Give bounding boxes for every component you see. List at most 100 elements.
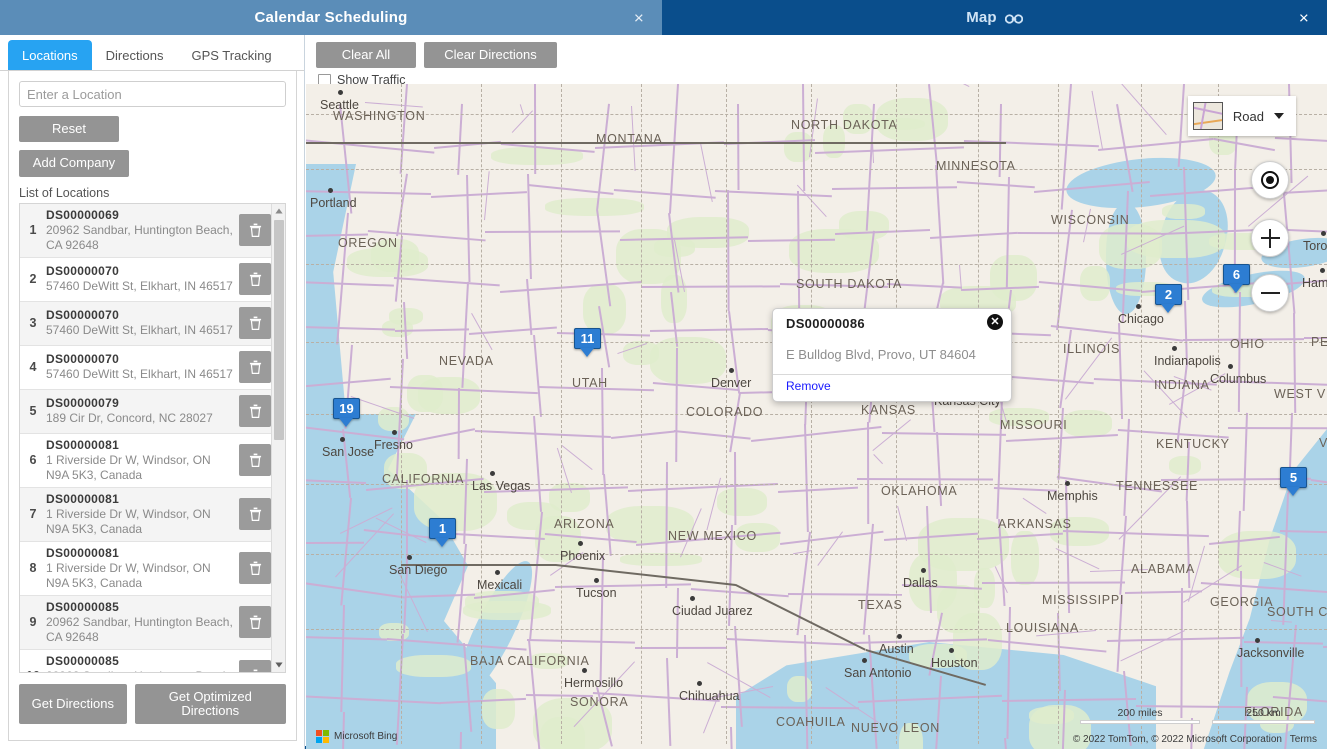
- scroll-down-arrow-icon[interactable]: [272, 657, 285, 672]
- delete-location-button[interactable]: [239, 214, 271, 247]
- scale-km: 250 km: [1212, 707, 1315, 724]
- map-terrain-patch: [532, 698, 612, 749]
- map-pin-tail: [580, 348, 594, 357]
- map-city-dot: [392, 430, 397, 435]
- map-state-boundary: [306, 414, 1327, 415]
- scale-miles: 200 miles: [1080, 707, 1200, 724]
- location-text: DS0000008520962 Sandbar, Huntington Beac…: [46, 654, 239, 672]
- locations-list-scrollbar[interactable]: [271, 203, 285, 672]
- get-directions-button[interactable]: Get Directions: [19, 683, 127, 725]
- table-row[interactable]: 1 DS00000069 20962 Sandbar, Huntington Bea…: [20, 203, 273, 258]
- close-map-button[interactable]: ×: [1295, 7, 1313, 28]
- table-row[interactable]: 8 DS00000081 1 Riverside Dr W, Windsor, ON…: [20, 541, 273, 596]
- map-pin[interactable]: 2: [1155, 284, 1182, 313]
- table-row[interactable]: 9 DS00000085 20962 Sandbar, Huntington Bea…: [20, 595, 273, 650]
- map-scale-bar: 200 miles 250 km: [1080, 707, 1315, 724]
- link-icon[interactable]: [1004, 12, 1023, 24]
- map-city-dot: [340, 437, 345, 442]
- zoom-in-button[interactable]: [1251, 219, 1289, 257]
- map-city-dot: [690, 596, 695, 601]
- clear-all-button[interactable]: Clear All: [316, 42, 416, 69]
- location-index: 3: [29, 316, 37, 331]
- close-calendar-scheduling-button[interactable]: ×: [630, 7, 648, 28]
- scrollbar-thumb[interactable]: [274, 219, 284, 440]
- map-state-boundary: [1058, 84, 1059, 744]
- map-terrain-patch: [717, 487, 768, 516]
- table-row[interactable]: 6 DS00000081 1 Riverside Dr W, Windsor, ON…: [20, 433, 273, 488]
- map-city-dot: [407, 555, 412, 560]
- plus-icon: [1260, 228, 1280, 248]
- map-terrain-patch: [506, 502, 562, 530]
- map-pin-label: 2: [1155, 284, 1182, 305]
- location-address: 20962 Sandbar, Huntington Beach, CA 9264…: [46, 669, 235, 672]
- reset-button[interactable]: Reset: [19, 116, 119, 143]
- map-pin[interactable]: 6: [1223, 264, 1250, 293]
- scroll-up-arrow-icon[interactable]: [272, 203, 285, 218]
- map-city-dot: [578, 541, 583, 546]
- map-pin[interactable]: 1: [429, 518, 456, 547]
- map-canvas[interactable]: WASHINGTON OREGON MONTANA NORTH DAKOTA SOUTH…: [306, 84, 1327, 749]
- map-pin[interactable]: 5: [1280, 467, 1307, 496]
- delete-location-button[interactable]: [239, 444, 271, 477]
- delete-location-button[interactable]: [239, 498, 271, 531]
- map-state-boundary: [726, 84, 727, 744]
- map-city-dot: [697, 681, 702, 686]
- map-city-dot: [862, 658, 867, 663]
- map-type-selector[interactable]: Road: [1187, 96, 1296, 136]
- map-terrain-patch: [786, 675, 812, 703]
- delete-location-button[interactable]: [239, 307, 271, 340]
- map-tiles: WASHINGTON OREGON MONTANA NORTH DAKOTA SOUTH…: [306, 84, 1327, 749]
- delete-location-button[interactable]: [239, 660, 271, 672]
- add-company-button[interactable]: Add Company: [19, 150, 129, 177]
- delete-location-button[interactable]: [239, 351, 271, 384]
- location-address: 57460 DeWitt St, Elkhart, IN 46517: [46, 279, 233, 294]
- delete-location-button[interactable]: [239, 552, 271, 585]
- map-terrain-patch: [407, 375, 444, 413]
- location-address: 57460 DeWitt St, Elkhart, IN 46517: [46, 367, 233, 382]
- get-optimized-directions-button[interactable]: Get Optimized Directions: [134, 683, 286, 725]
- delete-location-button[interactable]: [239, 606, 271, 639]
- location-index: 2: [29, 272, 37, 287]
- map-state-boundary: [896, 84, 897, 744]
- table-row[interactable]: 7 DS00000081 1 Riverside Dr W, Windsor, ON…: [20, 487, 273, 542]
- map-pin[interactable]: 11: [574, 328, 601, 357]
- map-pin-tail: [1229, 284, 1243, 293]
- map-city-dot: [582, 668, 587, 673]
- map-road: [640, 284, 780, 288]
- delete-location-button[interactable]: [239, 263, 271, 296]
- map-state-boundary: [1141, 84, 1142, 744]
- infobox-remove-link[interactable]: Remove: [786, 379, 831, 393]
- chevron-down-icon[interactable]: [1274, 113, 1284, 119]
- zoom-out-button[interactable]: [1251, 274, 1289, 312]
- close-icon[interactable]: ✕: [987, 314, 1003, 330]
- map-pin[interactable]: 19: [333, 398, 360, 427]
- map-terrain-patch: [544, 197, 645, 217]
- location-address: 20962 Sandbar, Huntington Beach, CA 9264…: [46, 614, 233, 644]
- table-row[interactable]: 10DS0000008520962 Sandbar, Huntington Be…: [20, 649, 273, 672]
- location-index: 1: [29, 223, 37, 238]
- location-code: DS00000081: [46, 491, 120, 506]
- trash-icon: [249, 360, 261, 375]
- bing-logo[interactable]: Microsoft Bing: [316, 730, 397, 743]
- location-code: DS00000070: [46, 352, 120, 367]
- tab-gps-tracking[interactable]: GPS Tracking: [177, 40, 285, 70]
- table-row[interactable]: 5 DS00000079 189 Cir Dr, Concord, NC 28027: [20, 389, 273, 434]
- map-terrain-patch: [1080, 266, 1110, 301]
- tab-directions[interactable]: Directions: [92, 40, 178, 70]
- location-text: DS00000081 1 Riverside Dr W, Windsor, ON …: [46, 492, 239, 537]
- clear-directions-button[interactable]: Clear Directions: [424, 42, 557, 69]
- map-city-dot: [495, 570, 500, 575]
- terms-link[interactable]: Terms: [1290, 734, 1317, 745]
- location-input[interactable]: [19, 81, 286, 107]
- table-row[interactable]: 3 DS00000070 57460 DeWitt St, Elkhart, IN …: [20, 301, 273, 346]
- tab-locations[interactable]: Locations: [8, 40, 92, 70]
- location-code: DS00000070: [46, 264, 120, 279]
- locate-me-button[interactable]: [1251, 161, 1289, 199]
- delete-location-button[interactable]: [239, 395, 271, 428]
- map-terrain-patch: [528, 653, 569, 670]
- map-terrain-patch: [1011, 530, 1039, 585]
- map-road: [1304, 336, 1327, 339]
- table-row[interactable]: 2 DS00000070 57460 DeWitt St, Elkhart, IN …: [20, 257, 273, 302]
- table-row[interactable]: 4 DS00000070 57460 DeWitt St, Elkhart, IN …: [20, 345, 273, 390]
- location-index: 7: [29, 507, 37, 522]
